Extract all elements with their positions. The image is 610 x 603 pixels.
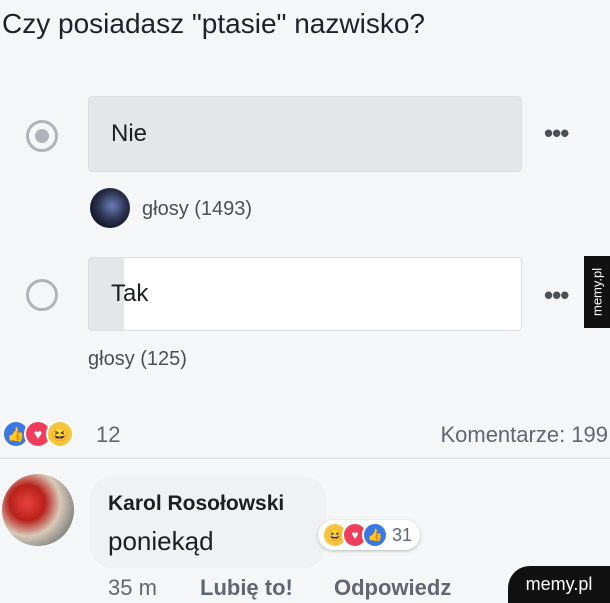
voter-avatar[interactable]: [90, 188, 130, 228]
votes-count-nie[interactable]: głosy (1493): [142, 198, 252, 221]
reaction-icons[interactable]: 👍 ♥ 😆: [2, 420, 74, 448]
votes-count-tak[interactable]: głosy (125): [88, 348, 187, 371]
comment-author[interactable]: Karol Rosołowski: [108, 492, 284, 516]
commenter-avatar[interactable]: [2, 474, 74, 546]
comment-reaction-count: 31: [392, 524, 413, 545]
reaction-count[interactable]: 12: [96, 422, 120, 448]
option-label-nie: Nie: [111, 120, 148, 147]
like-icon: 👍: [362, 522, 388, 548]
comment-reactions[interactable]: 😆 ♥ 👍 31: [318, 520, 421, 550]
poll-option-nie[interactable]: Nie: [88, 96, 522, 172]
watermark-side: memy.pl: [584, 256, 610, 328]
divider: [0, 458, 610, 459]
watermark-corner: memy.pl: [508, 566, 610, 603]
comment-text: poniekąd: [108, 526, 214, 556]
comments-count[interactable]: Komentarze: 199: [440, 422, 608, 448]
comment-bubble: Karol Rosołowski poniekąd: [90, 476, 326, 568]
option-fill-nie: [89, 97, 521, 171]
option-radio-tak[interactable]: [26, 279, 58, 311]
option-label-tak: Tak: [111, 280, 149, 307]
like-button[interactable]: Lubię to!: [200, 575, 293, 601]
haha-icon: 😆: [46, 420, 74, 448]
reply-button[interactable]: Odpowiedz: [334, 575, 451, 601]
poll-option-tak[interactable]: Tak: [88, 257, 522, 331]
poll-question: Czy posiadasz "ptasie" nazwisko?: [2, 8, 425, 39]
comment-time[interactable]: 35 m: [108, 575, 157, 601]
option-radio-nie[interactable]: [26, 120, 58, 152]
more-options-icon[interactable]: •••: [544, 118, 569, 149]
more-options-icon[interactable]: •••: [544, 280, 569, 311]
